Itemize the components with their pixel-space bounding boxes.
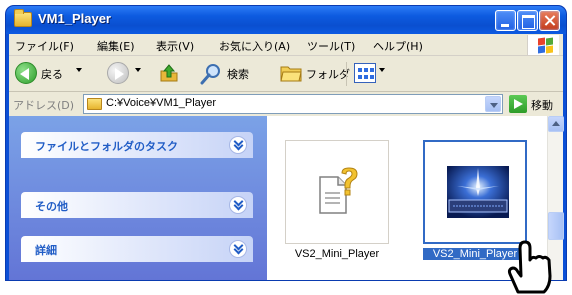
app-thumbnail-icon [447, 166, 509, 218]
folder-icon [87, 98, 102, 110]
task-group-label[interactable]: ファイルとフォルダのタスク [35, 138, 178, 154]
minimize-button[interactable] [495, 10, 516, 31]
address-dropdown-icon[interactable] [485, 96, 501, 112]
folders-label[interactable]: フォルダ [306, 66, 350, 82]
up-folder-icon[interactable] [159, 63, 179, 83]
close-button[interactable] [539, 10, 560, 31]
address-value[interactable]: C:¥Voice¥VM1_Player [106, 97, 216, 109]
chevron-down-icon[interactable] [229, 136, 247, 154]
hand-pointer-icon [507, 240, 552, 294]
menu-favorites[interactable]: お気に入り(A) [219, 38, 290, 54]
views-icon[interactable] [354, 63, 376, 83]
task-group-other[interactable]: その他 [21, 192, 253, 218]
toolbar-divider [346, 62, 347, 86]
task-pane: ファイルとフォルダのタスク その他 詳細 [9, 116, 267, 280]
address-label: アドレス(D) [13, 99, 75, 112]
maximize-button[interactable] [517, 10, 538, 31]
menu-bar: ファイル(F) 編集(E) 表示(V) お気に入り(A) ツール(T) ヘルプ(… [9, 34, 563, 56]
task-group-label[interactable]: その他 [35, 198, 68, 214]
task-group-details[interactable]: 詳細 [21, 236, 253, 262]
search-icon[interactable] [200, 63, 222, 85]
scroll-up-icon[interactable] [548, 116, 564, 132]
menu-view[interactable]: 表示(V) [156, 38, 194, 54]
title-bar[interactable]: VM1_Player [6, 6, 566, 34]
task-group-label[interactable]: 詳細 [35, 242, 57, 258]
search-label[interactable]: 検索 [227, 66, 249, 82]
views-dropdown-icon[interactable] [379, 68, 385, 72]
folders-icon[interactable] [280, 64, 302, 82]
back-dropdown-icon[interactable] [76, 68, 82, 72]
file-name[interactable]: VS2_Mini_Player [285, 248, 389, 260]
task-group-file-folder[interactable]: ファイルとフォルダのタスク [21, 132, 253, 158]
file-thumbnail[interactable] [423, 140, 527, 244]
unknown-file-icon [319, 167, 358, 214]
menu-tools[interactable]: ツール(T) [307, 38, 355, 54]
back-label[interactable]: 戻る [41, 66, 63, 82]
content-area: ファイルとフォルダのタスク その他 詳細 VS2_Mini_Player VS2… [9, 116, 564, 280]
folder-icon [14, 9, 32, 27]
forward-dropdown-icon[interactable] [135, 68, 141, 72]
explorer-window: VM1_Player ファイル(F) 編集(E) 表示(V) お気に入り(A) … [6, 6, 566, 280]
chevron-down-icon[interactable] [229, 196, 247, 214]
address-input[interactable]: C:¥Voice¥VM1_Player [83, 94, 503, 114]
go-arrow-icon[interactable] [509, 95, 527, 113]
window-title: VM1_Player [38, 11, 111, 26]
windows-logo-icon [527, 35, 559, 55]
back-icon[interactable] [15, 62, 37, 84]
address-bar: アドレス(D) C:¥Voice¥VM1_Player 移動 [9, 92, 563, 116]
file-item[interactable]: VS2_Mini_Player [285, 140, 389, 268]
toolbar: 戻る 検索 フォルダ [9, 56, 563, 92]
file-thumbnail[interactable] [285, 140, 389, 244]
menu-edit[interactable]: 編集(E) [97, 38, 135, 54]
go-button[interactable]: 移動 [531, 97, 553, 113]
menu-file[interactable]: ファイル(F) [15, 38, 74, 54]
chevron-down-icon[interactable] [229, 240, 247, 258]
menu-help[interactable]: ヘルプ(H) [373, 38, 423, 54]
forward-icon[interactable] [107, 62, 129, 84]
